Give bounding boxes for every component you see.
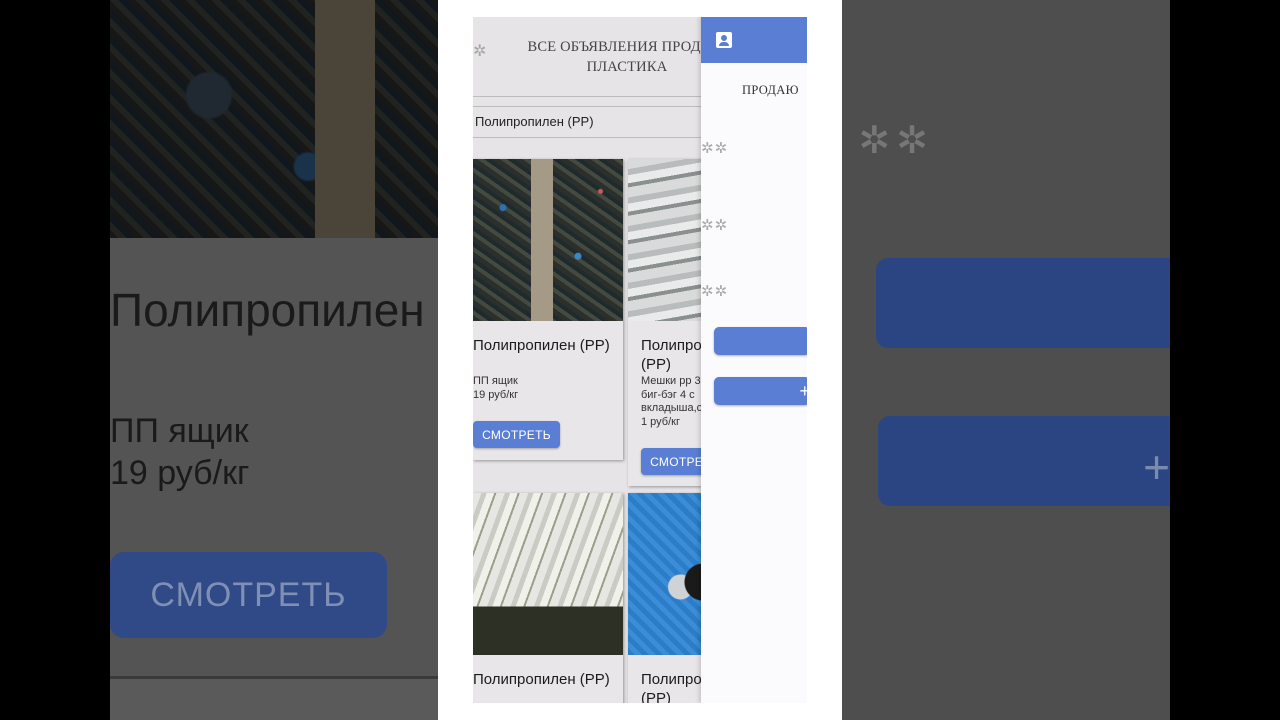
listing-title: Полипропилен (PP) bbox=[641, 671, 701, 703]
background-spinner-icon: ✲✲ bbox=[858, 120, 934, 162]
spinner-icon: ✲✲ bbox=[701, 140, 729, 157]
background-divider bbox=[110, 676, 440, 679]
view-button[interactable]: СМОТРЕТЬ bbox=[473, 421, 560, 448]
listing-image[interactable] bbox=[628, 159, 701, 321]
listing-card: Полипропилен (PP) bbox=[473, 493, 623, 703]
background-plus-icon: + bbox=[1143, 441, 1170, 493]
filter-selected-value: Полипропилен (PP) bbox=[475, 114, 594, 129]
listing-price: 1 руб/кг bbox=[641, 416, 680, 428]
drawer-label: ПРОДАЮ bbox=[742, 83, 799, 97]
listing-image[interactable] bbox=[628, 493, 701, 655]
listing-desc: ПП ящик bbox=[473, 375, 518, 387]
background-right-button-1 bbox=[876, 258, 1170, 348]
background-desc: ПП ящик 19 руб/кг bbox=[110, 410, 249, 494]
contact-icon[interactable] bbox=[716, 32, 732, 48]
side-drawer: ПРОДАЮ ✲✲ ✲✲ ✲✲ + bbox=[701, 17, 807, 703]
background-desc-text: ПП ящик bbox=[110, 412, 249, 450]
page-title-line-2: ПЛАСТИКА bbox=[586, 59, 668, 75]
listing-image[interactable] bbox=[473, 159, 623, 321]
page-header: ✲ ВСЕ ОБЪЯВЛЕНИЯ ПРОДАЮ ПЛАСТИКА bbox=[473, 17, 701, 97]
listing-price: 19 руб/кг bbox=[473, 389, 519, 401]
page-title: ВСЕ ОБЪЯВЛЕНИЯ ПРОДАЮ ПЛАСТИКА bbox=[497, 37, 701, 77]
app-viewport: ✲ ВСЕ ОБЪЯВЛЕНИЯ ПРОДАЮ ПЛАСТИКА Полипро… bbox=[473, 17, 807, 703]
drawer-header bbox=[701, 17, 807, 63]
plus-icon: + bbox=[799, 381, 807, 401]
background-price: 19 руб/кг bbox=[110, 454, 250, 492]
listing-title: Полипропилен (PP) bbox=[641, 337, 701, 373]
add-button[interactable]: + bbox=[714, 377, 807, 405]
listing-desc: Мешки рр 3 биг-бэг 4 с вкладыша,с bbox=[641, 375, 701, 414]
background-button: СМОТРЕТЬ bbox=[110, 552, 387, 638]
listing-card: Полипропилен (PP) bbox=[628, 493, 701, 703]
category-filter[interactable]: Полипропилен (PP) bbox=[473, 106, 701, 138]
spinner-icon: ✲✲ bbox=[701, 217, 729, 234]
background-right-button-2 bbox=[878, 416, 1170, 506]
drawer-button[interactable] bbox=[714, 327, 807, 355]
listing-title: Полипропилен (PP) bbox=[473, 337, 610, 354]
spinner-icon: ✲ bbox=[473, 43, 487, 60]
listings-panel: ✲ ВСЕ ОБЪЯВЛЕНИЯ ПРОДАЮ ПЛАСТИКА Полипро… bbox=[473, 17, 701, 703]
ruler-in-photo bbox=[531, 159, 553, 321]
background-photo bbox=[110, 0, 440, 238]
page-title-line-1: ВСЕ ОБЪЯВЛЕНИЯ ПРОДАЮ bbox=[527, 39, 701, 55]
listing-card: Полипропилен (PP) ПП ящик 19 руб/кг СМОТ… bbox=[473, 159, 623, 460]
listing-image[interactable] bbox=[473, 493, 623, 655]
background-ruler bbox=[315, 0, 375, 238]
listing-card: Полипропилен (PP) Мешки рр 3 биг-бэг 4 с… bbox=[628, 159, 701, 486]
listing-title: Полипропилен (PP) bbox=[473, 671, 610, 688]
background-right-panel bbox=[840, 0, 1170, 720]
spinner-icon: ✲✲ bbox=[701, 283, 729, 300]
phone-frame: ✲ ВСЕ ОБЪЯВЛЕНИЯ ПРОДАЮ ПЛАСТИКА Полипро… bbox=[438, 0, 842, 720]
view-button[interactable]: СМОТРЕТЬ bbox=[641, 448, 701, 475]
